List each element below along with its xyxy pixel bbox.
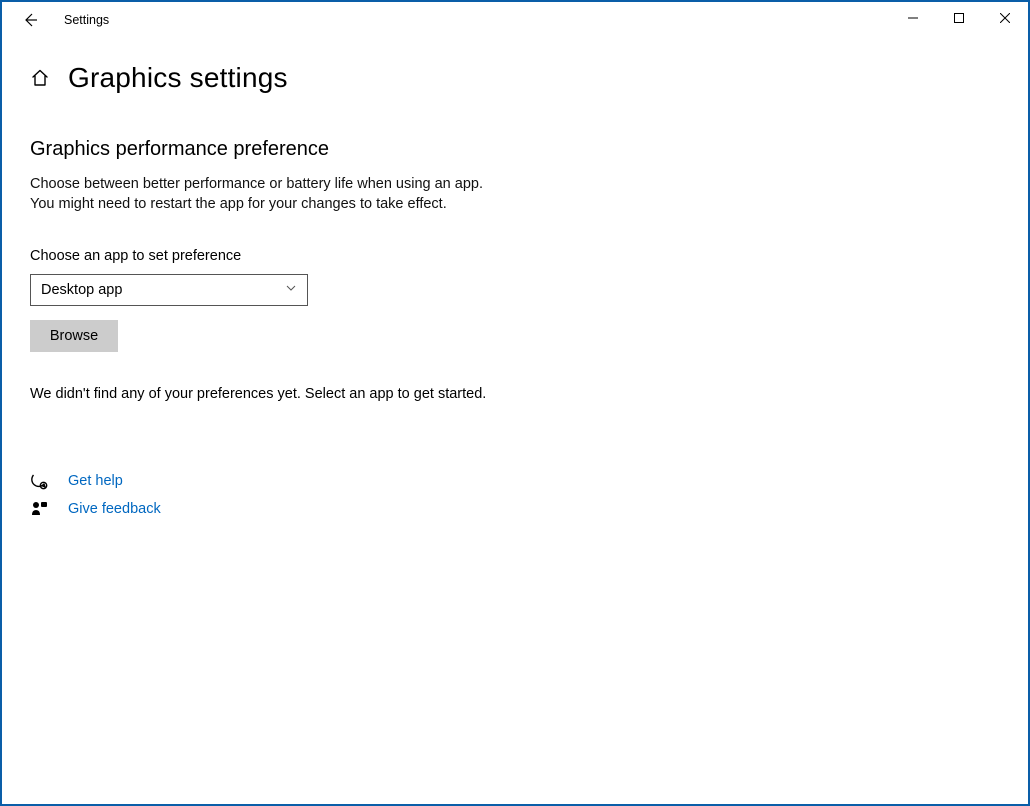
window-title: Settings [64, 13, 109, 27]
minimize-button[interactable] [890, 2, 936, 34]
dropdown-value: Desktop app [41, 282, 122, 298]
chevron-down-icon [285, 282, 297, 298]
content-area: Graphics settings Graphics performance p… [2, 38, 1028, 518]
browse-button[interactable]: Browse [30, 320, 118, 352]
dropdown-label: Choose an app to set preference [30, 248, 1000, 264]
close-button[interactable] [982, 2, 1028, 34]
window-controls [890, 2, 1028, 34]
help-link[interactable]: Get help [30, 472, 1000, 490]
page-header: Graphics settings [30, 62, 1000, 94]
description-line: Choose between better performance or bat… [30, 175, 670, 195]
section-description: Choose between better performance or bat… [30, 175, 670, 214]
home-icon[interactable] [30, 68, 50, 88]
titlebar: Settings [2, 2, 1028, 38]
help-link-text: Get help [68, 473, 123, 489]
feedback-icon [30, 500, 48, 518]
feedback-link[interactable]: Give feedback [30, 500, 1000, 518]
app-type-dropdown[interactable]: Desktop app [30, 274, 308, 306]
maximize-button[interactable] [936, 2, 982, 34]
description-line: You might need to restart the app for yo… [30, 195, 670, 215]
back-button[interactable] [16, 6, 44, 34]
status-text: We didn't find any of your preferences y… [30, 386, 1000, 402]
page-title: Graphics settings [68, 62, 288, 94]
section-heading: Graphics performance preference [30, 138, 1000, 161]
help-icon [30, 472, 48, 490]
feedback-link-text: Give feedback [68, 501, 161, 517]
